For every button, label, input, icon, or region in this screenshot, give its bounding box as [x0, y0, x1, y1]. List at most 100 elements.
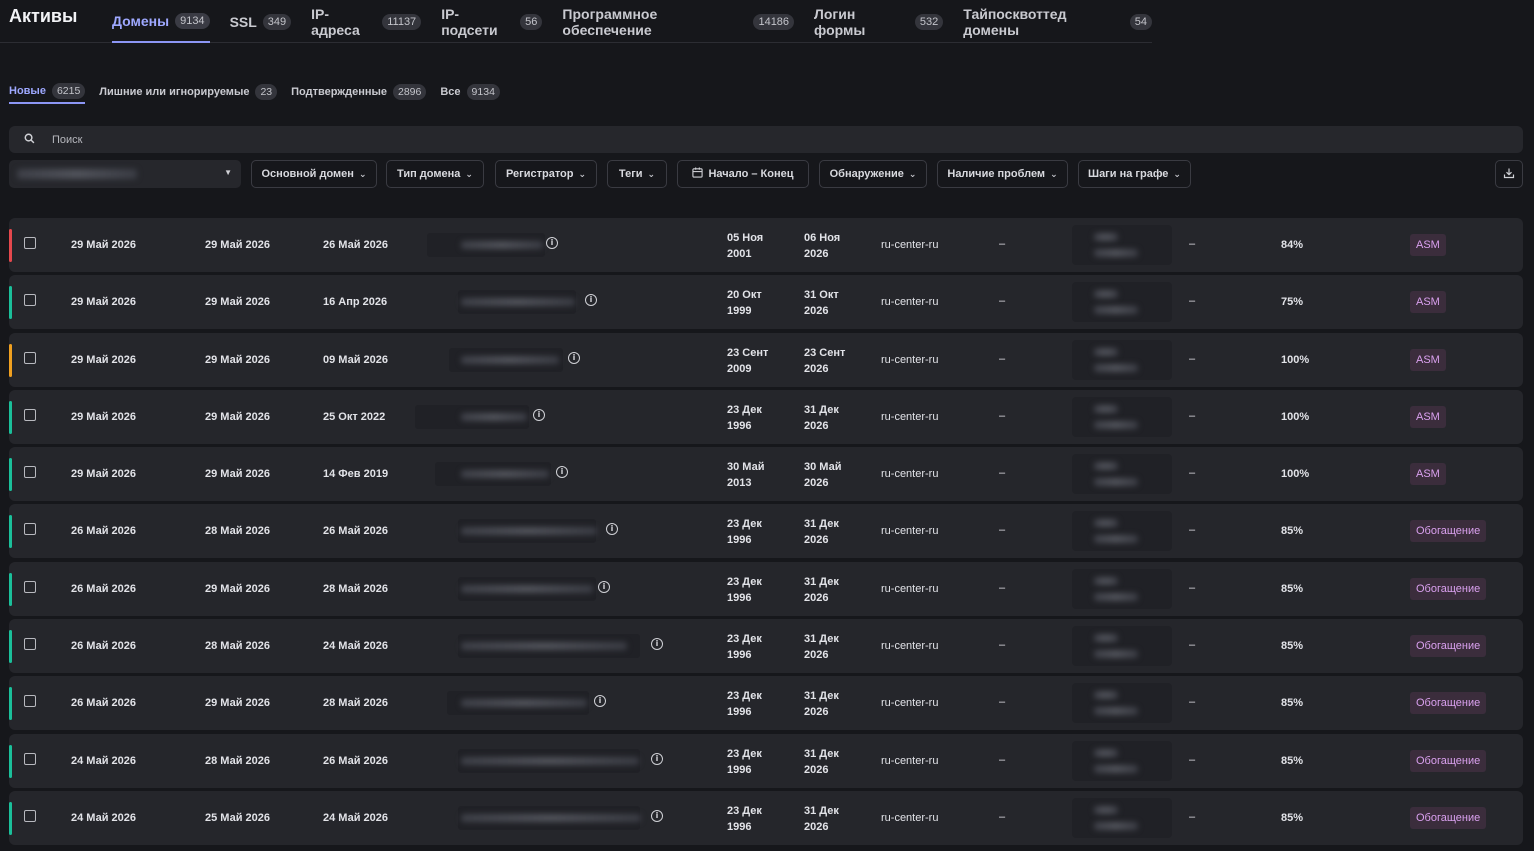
tab-ssl[interactable]: SSL 349 — [230, 9, 292, 43]
filter-detection[interactable]: Обнаружение ⌄ — [819, 160, 927, 188]
info-icon[interactable]: i — [585, 294, 597, 307]
subtab-new[interactable]: Новые 6215 — [9, 83, 86, 104]
row-checkbox[interactable] — [24, 294, 36, 307]
owner-cell — [1072, 511, 1172, 552]
first-seen-date: 29 Май 2026 — [71, 239, 136, 251]
info-icon[interactable]: i — [598, 580, 610, 593]
tab-ip-addresses[interactable]: IP-адреса 11137 — [311, 6, 422, 43]
tab-count: 9134 — [175, 13, 210, 29]
table-row[interactable]: 29 Май 2026 29 Май 2026 25 Окт 2022 i 23… — [9, 389, 1523, 444]
domain-name[interactable] — [458, 519, 597, 544]
table-row[interactable]: 29 Май 2026 29 Май 2026 09 Май 2026 i 23… — [9, 332, 1523, 387]
table-row[interactable]: 26 Май 2026 28 Май 2026 24 Май 2026 i 23… — [9, 619, 1523, 674]
filter-issues[interactable]: Наличие проблем ⌄ — [937, 160, 1068, 188]
table-row[interactable]: 26 Май 2026 28 Май 2026 26 Май 2026 i 23… — [9, 504, 1523, 559]
table-row[interactable]: 26 Май 2026 29 Май 2026 28 Май 2026 i 23… — [9, 676, 1523, 731]
registrar-name: ru-center-ru — [881, 640, 939, 653]
tab-count: 56 — [520, 14, 543, 30]
table-row[interactable]: 26 Май 2026 29 Май 2026 28 Май 2026 i 23… — [9, 561, 1523, 616]
filter-main-domain[interactable]: Основной домен ⌄ — [251, 160, 377, 188]
row-checkbox[interactable] — [24, 809, 36, 822]
row-checkbox[interactable] — [24, 466, 36, 479]
empty-value: – — [1189, 581, 1196, 594]
owner-cell — [1072, 797, 1172, 838]
row-checkbox[interactable] — [24, 752, 36, 765]
info-icon[interactable]: i — [606, 523, 618, 536]
redacted-domain — [461, 412, 527, 421]
expiration-day: 31 Дек — [804, 403, 839, 416]
domain-name[interactable] — [458, 748, 640, 773]
empty-value: – — [1189, 810, 1196, 823]
subtab-confirmed[interactable]: Подтвержденные 2896 — [291, 83, 427, 104]
export-button[interactable] — [1495, 160, 1523, 188]
row-checkbox[interactable] — [24, 638, 36, 651]
info-icon[interactable]: i — [556, 466, 568, 479]
info-icon[interactable]: i — [568, 351, 580, 364]
updated-date: 26 Май 2026 — [323, 525, 388, 538]
domain-name[interactable] — [449, 347, 563, 372]
row-checkbox[interactable] — [24, 695, 36, 708]
info-icon[interactable]: i — [651, 638, 663, 651]
redacted-owner — [1094, 576, 1118, 585]
row-checkbox[interactable] — [24, 523, 36, 536]
redacted-owner — [1094, 478, 1138, 487]
domain-name[interactable] — [458, 576, 596, 601]
last-seen-date: 29 Май 2026 — [205, 353, 270, 366]
filter-domain-type[interactable]: Тип домена ⌄ — [386, 160, 484, 188]
filter-date-range[interactable]: Начало – Конец — [677, 160, 809, 188]
domain-name[interactable] — [427, 233, 545, 257]
tab-typosquatted-domains[interactable]: Тайпосквоттед домены 54 — [963, 6, 1152, 43]
table-row[interactable]: 24 Май 2026 28 Май 2026 26 Май 2026 i 23… — [9, 733, 1523, 788]
redacted-owner — [1094, 404, 1118, 413]
expiration-date: 31 Дек 2026 — [804, 746, 839, 778]
filter-tags[interactable]: Теги ⌄ — [607, 160, 667, 188]
row-checkbox[interactable] — [24, 237, 36, 249]
expiration-year: 2026 — [804, 649, 829, 662]
table-row[interactable]: 24 Май 2026 25 Май 2026 24 Май 2026 i 23… — [9, 790, 1523, 845]
last-seen-date: 29 Май 2026 — [205, 697, 270, 710]
redacted-domain — [461, 355, 559, 364]
row-checkbox[interactable] — [24, 408, 36, 421]
owner-cell — [1072, 282, 1172, 323]
info-icon[interactable]: i — [533, 408, 545, 421]
confidence-score: 75% — [1281, 296, 1304, 309]
tab-login-forms[interactable]: Логин формы 532 — [814, 6, 944, 43]
domain-name[interactable] — [458, 290, 576, 315]
last-seen-date: 28 Май 2026 — [205, 754, 270, 767]
owner-cell — [1072, 454, 1172, 495]
table-row[interactable]: 29 Май 2026 29 Май 2026 14 Фев 2019 i 30… — [9, 447, 1523, 502]
info-icon[interactable]: i — [651, 809, 663, 822]
organization-select[interactable]: ▼ — [9, 160, 241, 188]
domain-name[interactable] — [458, 634, 640, 659]
table-row[interactable]: 29 Май 2026 29 Май 2026 16 Апр 2026 i 20… — [9, 275, 1523, 330]
domain-name[interactable] — [435, 462, 551, 487]
row-checkbox[interactable] — [24, 351, 36, 364]
asset-tabs: Домены 9134 SSL 349 IP-адреса 11137 IP-подс… — [112, 6, 1152, 43]
tab-software[interactable]: Программное обеспечение 14186 — [562, 6, 795, 43]
subtab-ignored[interactable]: Лишние или игнорируемые 23 — [99, 83, 278, 104]
expiration-date: 31 Дек 2026 — [804, 803, 839, 835]
filter-registrar[interactable]: Регистратор ⌄ — [495, 160, 597, 188]
empty-value: – — [1189, 639, 1196, 652]
domain-name[interactable] — [415, 404, 529, 429]
registration-year: 1996 — [727, 591, 752, 604]
expiration-date: 31 Дек 2026 — [804, 402, 839, 434]
domain-name[interactable] — [447, 691, 589, 716]
tab-label: IP-подсети — [441, 6, 498, 38]
filter-label: Регистратор — [505, 168, 574, 180]
tab-ip-subnets[interactable]: IP-подсети 56 — [441, 6, 543, 43]
search-input[interactable] — [52, 133, 1452, 146]
subtab-all[interactable]: Все 9134 — [440, 83, 500, 104]
tab-domains[interactable]: Домены 9134 — [112, 9, 210, 43]
registration-year: 1999 — [727, 305, 752, 318]
expiration-date: 31 Дек 2026 — [804, 516, 839, 548]
info-icon[interactable]: i — [594, 695, 606, 708]
table-row[interactable]: 29 Май 2026 29 Май 2026 26 Май 2026 i 05… — [9, 218, 1523, 272]
row-checkbox[interactable] — [24, 580, 36, 593]
info-icon[interactable]: i — [651, 752, 663, 765]
info-icon[interactable]: i — [546, 237, 558, 249]
domain-name[interactable] — [458, 805, 641, 830]
redacted-domain — [461, 756, 639, 765]
chevron-down-icon: ⌄ — [647, 168, 656, 179]
filter-graph-steps[interactable]: Шаги на графе ⌄ — [1078, 160, 1191, 188]
